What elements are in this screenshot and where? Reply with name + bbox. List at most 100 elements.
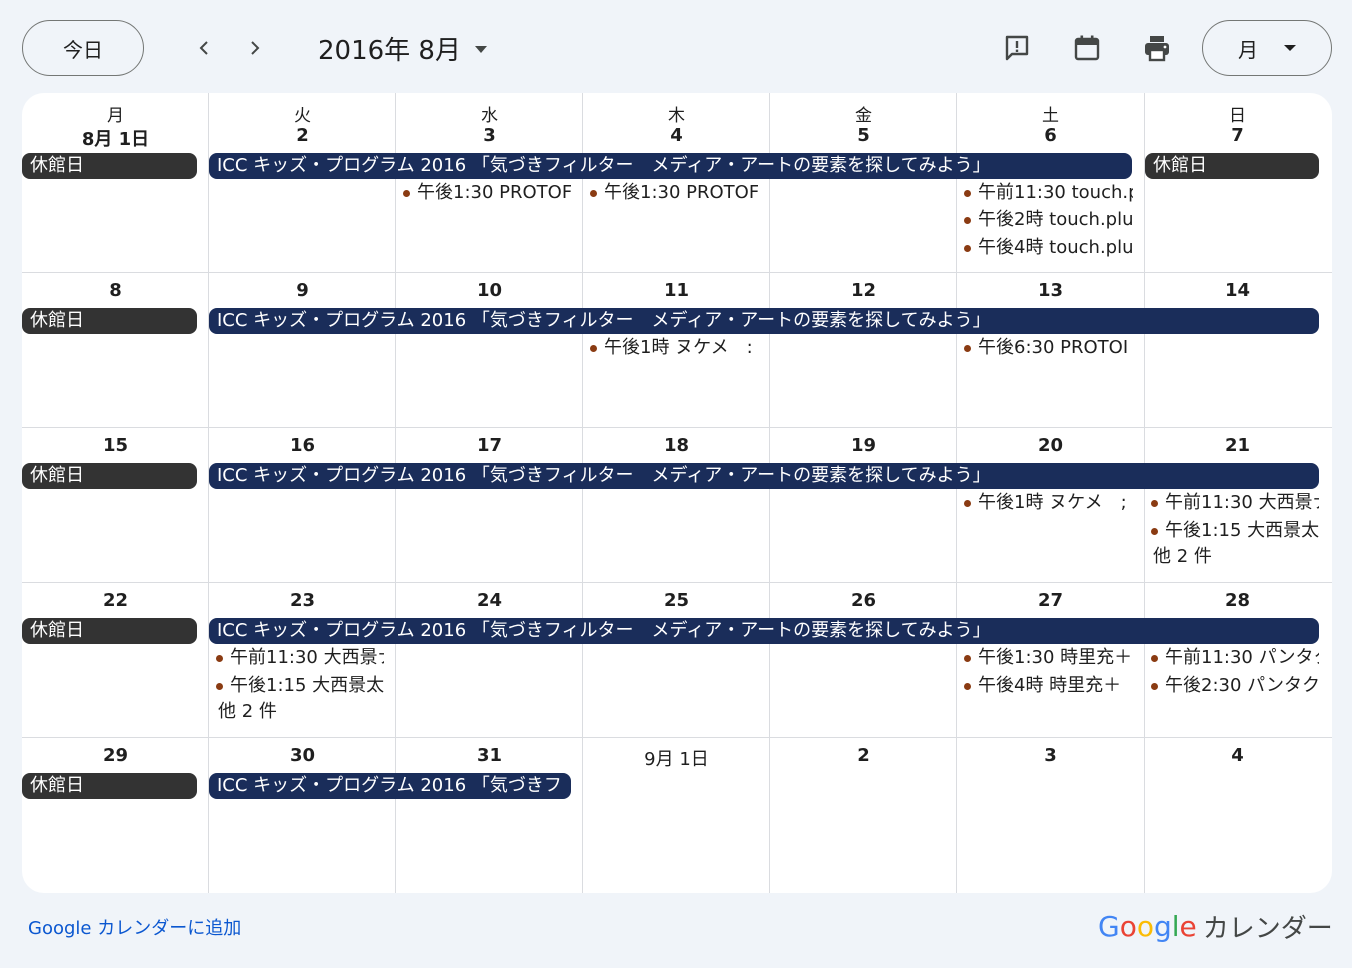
day-number[interactable]: 4: [583, 125, 770, 146]
prev-month-button[interactable]: [184, 28, 224, 68]
feedback-icon: [1005, 35, 1029, 61]
icc-kids-program-event[interactable]: ICC キッズ・プログラム 2016 「気づきフィルター メディア・アートの要素…: [209, 618, 1319, 644]
month-picker[interactable]: 2016年 8月: [318, 28, 487, 68]
today-button[interactable]: 今日: [22, 20, 144, 76]
next-month-button[interactable]: [235, 28, 275, 68]
timed-event[interactable]: 午後2時 touch.plu: [960, 207, 1133, 233]
day-number[interactable]: 29: [22, 745, 209, 766]
day-number[interactable]: 6: [957, 125, 1144, 146]
day-number[interactable]: 26: [770, 590, 957, 611]
feedback-button[interactable]: [995, 26, 1039, 70]
closed-day-event[interactable]: 休館日: [1145, 153, 1319, 179]
day-number[interactable]: 14: [1144, 280, 1331, 301]
day-number[interactable]: 5: [770, 125, 957, 146]
timed-event[interactable]: 午前11:30 パンタク: [1147, 645, 1319, 671]
row-divider: [22, 737, 1332, 738]
column-divider: [769, 93, 770, 893]
day-number[interactable]: 28: [1144, 590, 1331, 611]
day-number[interactable]: 12: [770, 280, 957, 301]
weekday-header: 木: [668, 106, 685, 126]
add-to-google-calendar-link[interactable]: Google カレンダーに追加: [28, 914, 241, 940]
event-dot: [964, 344, 971, 352]
row-divider: [22, 582, 1332, 583]
day-number[interactable]: 24: [396, 590, 583, 611]
event-label: 午後6:30 PROTOI: [978, 337, 1129, 358]
day-number[interactable]: 10: [396, 280, 583, 301]
icc-kids-program-event[interactable]: ICC キッズ・プログラム 2016 「気づきフィルター メディア・アートの要素…: [209, 463, 1319, 489]
day-number[interactable]: 20: [957, 435, 1144, 456]
weekday-header: 水: [481, 106, 498, 126]
closed-day-event[interactable]: 休館日: [22, 773, 197, 799]
closed-day-event[interactable]: 休館日: [22, 308, 197, 334]
google-calendar-logo[interactable]: G o o g l e カレンダー: [1098, 906, 1333, 946]
day-number[interactable]: 11: [583, 280, 770, 301]
closed-day-event[interactable]: 休館日: [22, 463, 197, 489]
more-events-link[interactable]: 他 2 件: [218, 700, 277, 724]
closed-day-event[interactable]: 休館日: [22, 153, 197, 179]
event-dot: [403, 189, 410, 197]
icc-kids-program-event[interactable]: ICC キッズ・プログラム 2016 「気づきフィルター メディア・アートの要素…: [209, 308, 1319, 334]
event-dot: [964, 499, 971, 507]
timed-event[interactable]: 午後1時 ヌケメ :: [586, 335, 758, 361]
day-number[interactable]: 3: [396, 125, 583, 146]
closed-day-event[interactable]: 休館日: [22, 618, 197, 644]
logo-letter: o: [1119, 909, 1137, 943]
column-divider: [956, 93, 957, 893]
logo-label: カレンダー: [1202, 913, 1333, 944]
event-dot: [1151, 682, 1158, 690]
timed-event[interactable]: 午後1:30 時里充＋: [960, 645, 1133, 671]
view-selector[interactable]: 月: [1202, 20, 1332, 76]
timed-event[interactable]: 午後2:30 パンタク: [1147, 673, 1319, 699]
timed-event[interactable]: 午後6:30 PROTOI: [960, 335, 1133, 361]
day-number[interactable]: 19: [770, 435, 957, 456]
month-grid: 月 火 水 木 金 土 日 8月 1日 2 3 4 5 6 7 休館日 ICC …: [22, 93, 1332, 893]
day-number[interactable]: 17: [396, 435, 583, 456]
event-dot: [1151, 527, 1158, 535]
day-number[interactable]: 9月 1日: [583, 745, 770, 771]
day-number[interactable]: 31: [396, 745, 583, 766]
event-label: 午後1時 ヌケメ ;: [978, 492, 1127, 513]
timed-event[interactable]: 午後1:15 大西景太: [212, 673, 384, 699]
day-number[interactable]: 8: [22, 280, 209, 301]
more-events-link[interactable]: 他 2 件: [1153, 545, 1212, 569]
day-number[interactable]: 7: [1144, 125, 1331, 146]
icc-kids-program-event[interactable]: ICC キッズ・プログラム 2016 「気づきフィルター メディア・アートの要素…: [209, 153, 1132, 179]
logo-letter: o: [1136, 909, 1154, 943]
day-number[interactable]: 22: [22, 590, 209, 611]
logo-letter: l: [1171, 909, 1180, 943]
timed-event[interactable]: 午前11:30 touch.p: [960, 180, 1133, 206]
day-number[interactable]: 2: [209, 125, 396, 146]
timed-event[interactable]: 午後1時 ヌケメ ;: [960, 490, 1133, 516]
day-number[interactable]: 13: [957, 280, 1144, 301]
day-number[interactable]: 27: [957, 590, 1144, 611]
event-label: 午前11:30 パンタク: [1165, 647, 1319, 668]
event-dot: [216, 682, 223, 690]
chevron-right-icon: [251, 41, 260, 55]
event-label: 午後1:15 大西景太: [230, 675, 384, 696]
day-number[interactable]: 8月 1日: [22, 125, 209, 151]
timed-event[interactable]: 午後4時 touch.plu: [960, 235, 1133, 261]
day-number[interactable]: 4: [1144, 745, 1331, 766]
print-button[interactable]: [1135, 26, 1179, 70]
weekday-header: 日: [1229, 106, 1246, 126]
day-number[interactable]: 30: [209, 745, 396, 766]
icc-kids-program-event[interactable]: ICC キッズ・プログラム 2016 「気づきフ: [209, 773, 571, 799]
day-number[interactable]: 3: [957, 745, 1144, 766]
event-label: 午前11:30 touch.p: [978, 182, 1133, 203]
day-number[interactable]: 15: [22, 435, 209, 456]
day-number[interactable]: 21: [1144, 435, 1331, 456]
timed-event[interactable]: 午後1:30 PROTOF: [586, 180, 758, 206]
open-calendar-button[interactable]: [1065, 26, 1109, 70]
timed-event[interactable]: 午後4時 時里充＋: [960, 673, 1133, 699]
timed-event[interactable]: 午後1:30 PROTOF: [399, 180, 571, 206]
timed-event[interactable]: 午前11:30 大西景ナ: [212, 645, 384, 671]
day-number[interactable]: 25: [583, 590, 770, 611]
day-number[interactable]: 2: [770, 745, 957, 766]
event-label: 午後1:30 PROTOF: [417, 182, 571, 203]
timed-event[interactable]: 午後1:15 大西景太: [1147, 518, 1319, 544]
day-number[interactable]: 18: [583, 435, 770, 456]
day-number[interactable]: 16: [209, 435, 396, 456]
day-number[interactable]: 23: [209, 590, 396, 611]
day-number[interactable]: 9: [209, 280, 396, 301]
timed-event[interactable]: 午前11:30 大西景ナ: [1147, 490, 1319, 516]
